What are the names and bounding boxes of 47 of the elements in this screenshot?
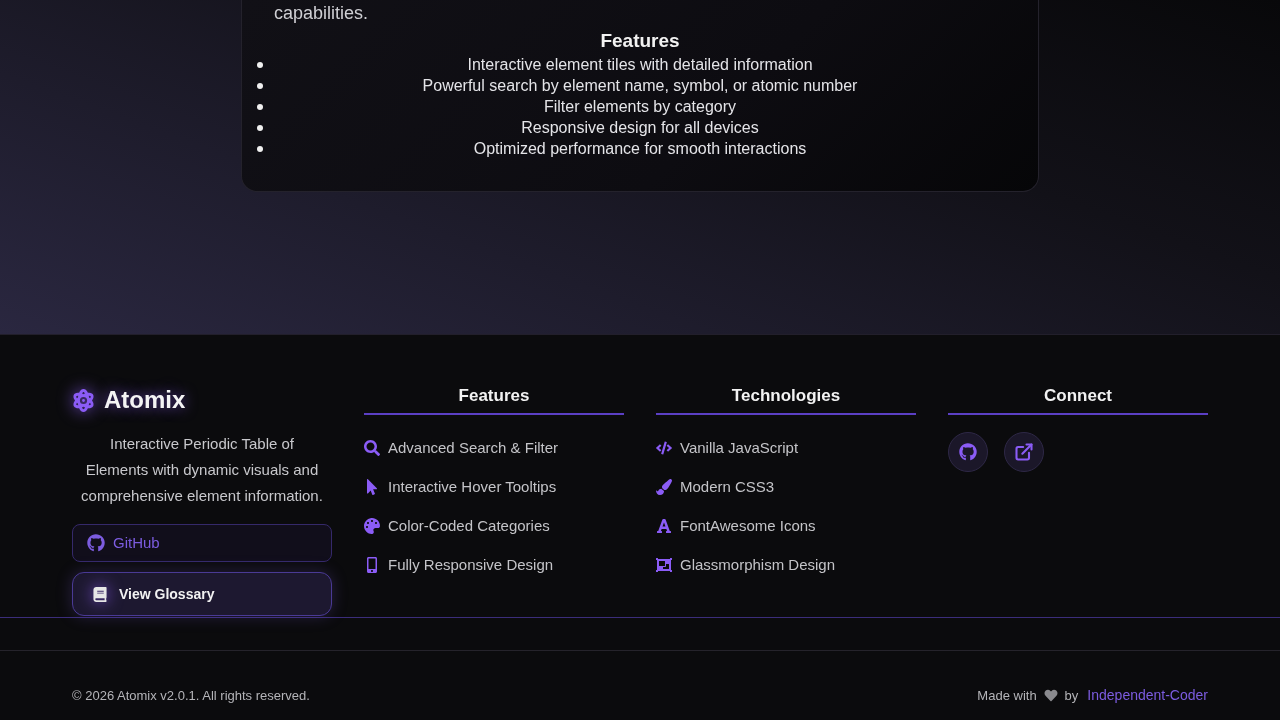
column-heading: Technologies [656, 385, 916, 415]
list-item-text: Modern CSS3 [680, 476, 775, 497]
github-link[interactable] [948, 432, 988, 472]
feature-text: Optimized performance for smooth interactions [472, 139, 808, 159]
github-button[interactable]: GitHub [72, 524, 332, 562]
bullet-icon [257, 82, 263, 89]
bullet-icon [257, 145, 263, 152]
bullet-icon [257, 103, 263, 110]
glossary-button[interactable]: View Glossary [72, 572, 332, 616]
atom-icon [72, 388, 95, 412]
column-heading: Features [364, 385, 624, 415]
by-text: by [1064, 686, 1079, 705]
external-link[interactable] [1004, 432, 1044, 472]
column-heading: Connect [948, 385, 1208, 415]
heart-icon [1043, 689, 1058, 702]
object-group-icon [656, 557, 672, 573]
brand-description: Interactive Periodic Table of Elements with dynamic visuals and comprehensive element information. [80, 434, 324, 506]
code-icon [656, 440, 672, 456]
feature-text: Interactive element tiles with detailed information [466, 55, 814, 75]
phone-icon [364, 557, 380, 573]
copyright-text: © 2026 Atomix v2.0.1. All rights reserved. [72, 686, 310, 705]
brush-icon [656, 479, 672, 495]
list-item-text: Glassmorphism Design [680, 554, 836, 575]
letter-icon [656, 518, 672, 534]
author-link[interactable]: Independent-Coder [1087, 685, 1208, 706]
list-item-text: Interactive Hover Tooltips [388, 476, 557, 497]
list-item-text: Vanilla JavaScript [680, 437, 799, 458]
book-icon [93, 586, 107, 602]
bullet-icon [257, 61, 263, 68]
github-icon [959, 443, 977, 461]
list-item-text: Advanced Search & Filter [388, 437, 559, 458]
list-item-text: Color-Coded Categories [388, 515, 550, 536]
brand-name: Atomix [104, 385, 186, 415]
cursor-icon [364, 479, 380, 495]
palette-icon [364, 518, 380, 534]
list-item-text: FontAwesome Icons [680, 515, 816, 536]
made-with-text: Made with [977, 686, 1037, 705]
list-item-text: Fully Responsive Design [388, 554, 554, 575]
github-icon [87, 534, 105, 552]
feature-text: Responsive design for all devices [520, 118, 760, 138]
feature-text: Powerful search by element name, symbol, or atomic number [421, 76, 859, 96]
feature-text: Filter elements by category [542, 97, 738, 117]
features-heading: Features [599, 29, 681, 53]
external-link-icon [1014, 442, 1034, 462]
bullet-icon [257, 124, 263, 131]
intro-text: capabilities. [273, 2, 370, 25]
search-icon [364, 440, 380, 456]
